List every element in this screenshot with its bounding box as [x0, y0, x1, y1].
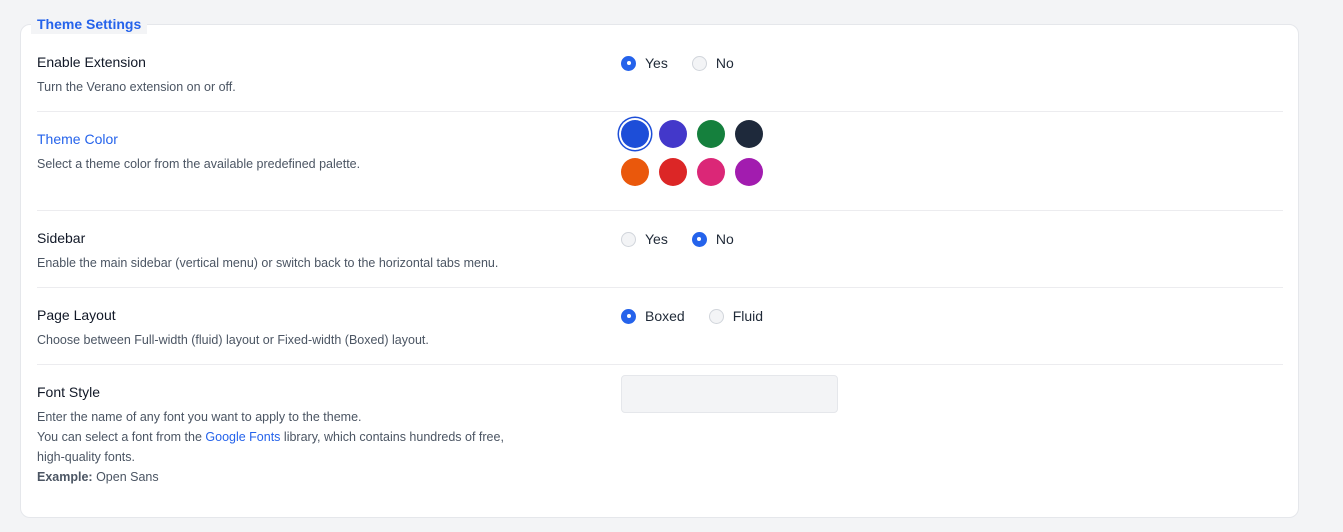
font-style-row: Font Style Enter the name of any font yo…	[37, 375, 1283, 493]
theme-settings-legend: Theme Settings	[31, 14, 148, 34]
font-style-example-value: Open Sans	[92, 470, 159, 484]
font-style-label: Font Style	[37, 384, 101, 400]
theme-color-swatch-3[interactable]	[697, 120, 725, 148]
enable-extension-no-radio[interactable]	[691, 55, 707, 71]
sidebar-no-option[interactable]: No	[691, 230, 734, 248]
page-layout-boxed-radio[interactable]	[621, 308, 636, 324]
enable-extension-label: Enable Extension	[37, 54, 146, 70]
page-layout-boxed-label: Boxed	[645, 308, 685, 324]
sidebar-no-radio[interactable]	[691, 231, 707, 247]
enable-extension-yes-label: Yes	[645, 55, 668, 71]
sidebar-description: Enable the main sidebar (vertical menu) …	[37, 256, 499, 270]
enable-extension-radio-group: Yes No	[621, 54, 758, 72]
sidebar-yes-option[interactable]: Yes	[621, 230, 668, 248]
theme-color-swatch-1[interactable]	[621, 120, 649, 148]
font-style-desc-line1: Enter the name of any font you want to a…	[37, 410, 362, 424]
font-style-desc-line2: You can select a font from the Google Fo…	[37, 427, 597, 447]
theme-color-row: Theme Color Select a theme color from th…	[37, 120, 1283, 211]
sidebar-yes-radio[interactable]	[621, 231, 636, 247]
theme-color-label: Theme Color	[37, 131, 118, 147]
sidebar-label: Sidebar	[37, 230, 86, 246]
page-layout-fluid-label: Fluid	[732, 308, 764, 324]
font-style-input[interactable]	[621, 375, 838, 413]
enable-extension-no-label: No	[715, 55, 734, 71]
font-style-desc-line2-pre: You can select a font from the	[37, 430, 206, 444]
font-style-example-label: Example:	[37, 470, 93, 484]
sidebar-row: Sidebar Enable the main sidebar (vertica…	[37, 229, 1283, 288]
theme-color-swatch-7[interactable]	[697, 158, 725, 186]
theme-color-swatch-5[interactable]	[621, 158, 649, 186]
page-layout-row: Page Layout Choose between Full-width (f…	[37, 306, 1283, 365]
page-layout-description: Choose between Full-width (fluid) layout…	[37, 333, 429, 347]
enable-extension-description: Turn the Verano extension on or off.	[37, 80, 236, 94]
page-layout-fluid-option[interactable]: Fluid	[708, 307, 764, 325]
enable-extension-yes-radio[interactable]	[621, 55, 636, 71]
page-layout-label: Page Layout	[37, 307, 116, 323]
theme-color-swatch-8[interactable]	[735, 158, 763, 186]
sidebar-radio-group: Yes No	[621, 230, 758, 248]
enable-extension-no-option[interactable]: No	[691, 54, 734, 72]
font-style-description: Enter the name of any font you want to a…	[37, 407, 597, 487]
page-layout-radio-group: Boxed Fluid	[621, 307, 787, 325]
google-fonts-link[interactable]: Google Fonts	[205, 430, 280, 444]
sidebar-yes-label: Yes	[645, 231, 668, 247]
page-layout-boxed-option[interactable]: Boxed	[621, 307, 685, 325]
page-layout-fluid-radio[interactable]	[708, 308, 724, 324]
theme-color-swatch-4[interactable]	[735, 120, 763, 148]
enable-extension-yes-option[interactable]: Yes	[621, 54, 668, 72]
enable-extension-row: Enable Extension Turn the Verano extensi…	[37, 53, 1283, 112]
font-style-desc-line2-post: library, which contains hundreds of free…	[280, 430, 504, 444]
theme-color-swatch-6[interactable]	[659, 158, 687, 186]
sidebar-no-label: No	[715, 231, 734, 247]
font-style-desc-line3: high-quality fonts.	[37, 450, 135, 464]
theme-color-swatch-2[interactable]	[659, 120, 687, 148]
font-style-example: Example: Open Sans	[37, 467, 597, 487]
theme-color-description: Select a theme color from the available …	[37, 157, 361, 171]
